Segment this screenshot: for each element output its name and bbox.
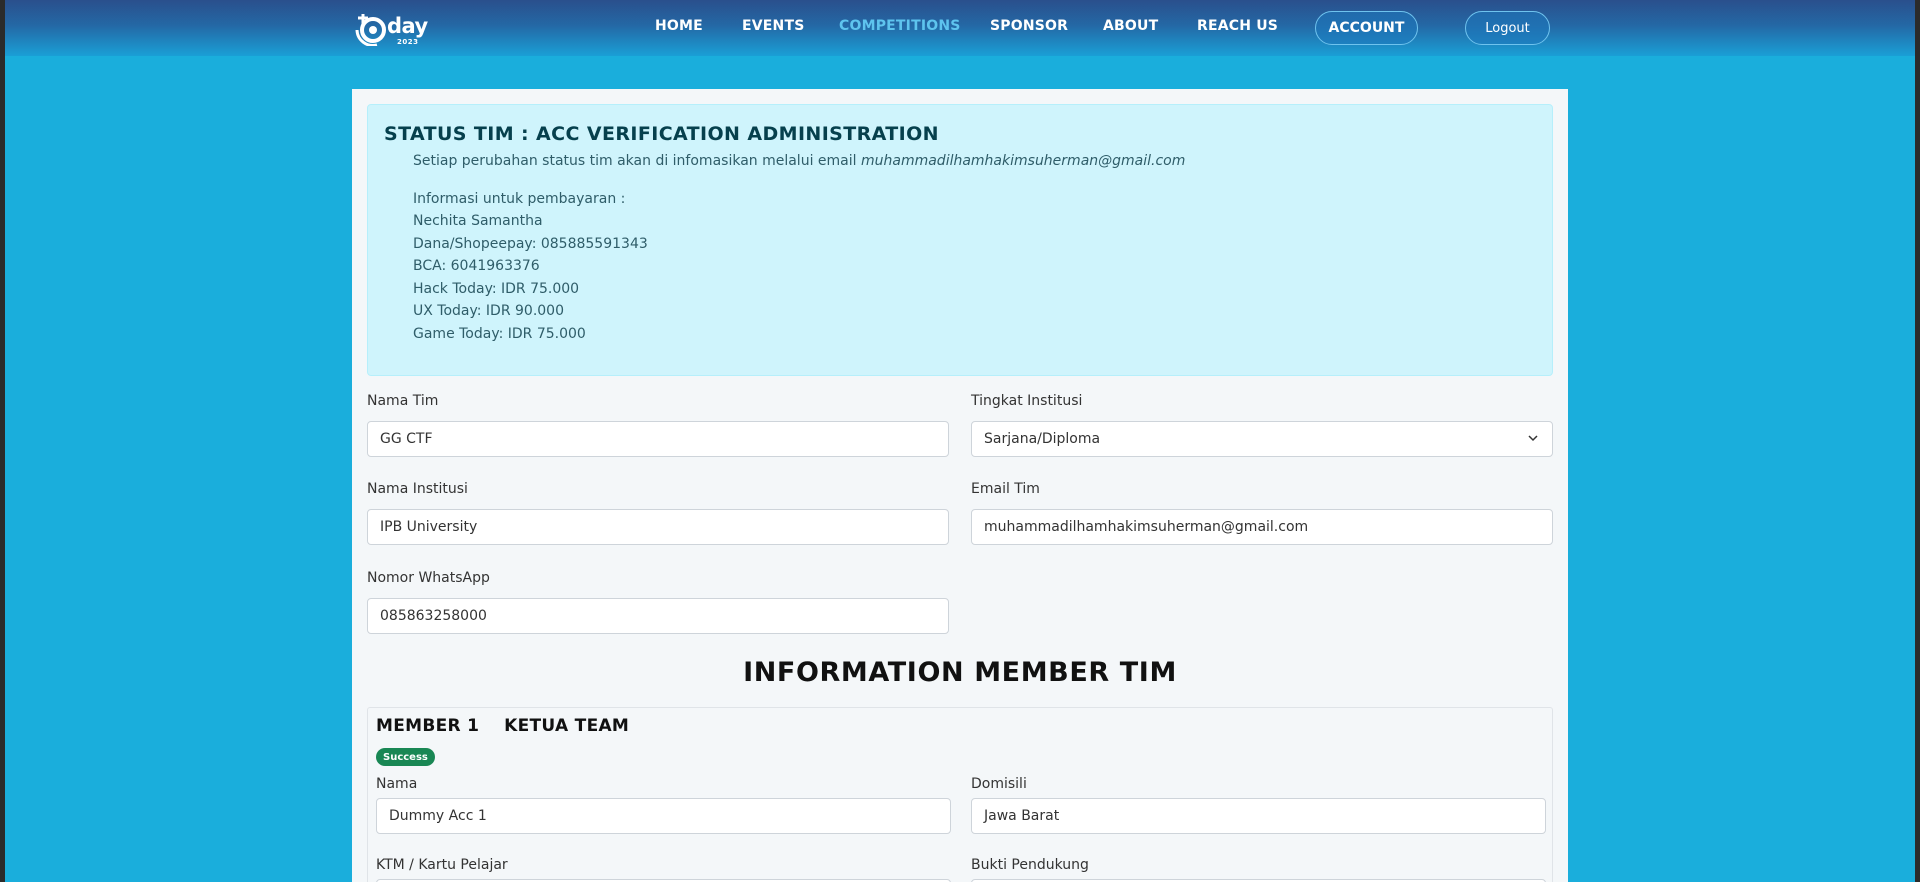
payment-info-hack: Hack Today: IDR 75.000 [413,281,580,297]
nav-events[interactable]: EVENTS [742,18,805,34]
status-notice: Setiap perubahan status tim akan di info… [413,153,1185,169]
nav-sponsor[interactable]: SPONSOR [990,18,1068,34]
email-tim-label: Email Tim [971,481,1040,497]
payment-info-dana: Dana/Shopeepay: 085885591343 [413,236,648,252]
nav-competitions[interactable]: COMPETITIONS [839,18,961,34]
member-domisili-label: Domisili [971,776,1027,792]
member-bukti-label: Bukti Pendukung [971,857,1089,873]
window-frame-left [0,0,5,882]
payment-info-game: Game Today: IDR 75.000 [413,326,586,342]
member-1-title: MEMBER 1 KETUA TEAM [376,716,630,736]
payment-info-bca: BCA: 6041963376 [413,258,540,274]
nama-tim-input[interactable]: GG CTF [367,421,949,457]
account-button[interactable]: ACCOUNT [1315,11,1418,45]
chevron-down-icon [1528,435,1538,442]
site-logo[interactable]: day 2023 [353,8,433,48]
tingkat-institusi-value: Sarjana/Diploma [984,431,1101,447]
whatsapp-label: Nomor WhatsApp [367,570,490,586]
whatsapp-input[interactable]: 085863258000 [367,598,949,634]
nav-reach-us[interactable]: REACH US [1197,18,1278,34]
member-nama-input[interactable]: Dummy Acc 1 [376,798,951,834]
status-badge: Success [376,748,435,766]
nav-about[interactable]: ABOUT [1103,18,1158,34]
payment-info-name: Nechita Samantha [413,213,543,229]
payment-info-heading: Informasi untuk pembayaran : [413,191,626,207]
nama-institusi-label: Nama Institusi [367,481,468,497]
status-title: STATUS TIM : ACC VERIFICATION ADMINISTRA… [384,123,939,145]
member-ktm-label: KTM / Kartu Pelajar [376,857,508,873]
status-notice-text: Setiap perubahan status tim akan di info… [413,153,857,169]
nama-institusi-input[interactable]: IPB University [367,509,949,545]
email-tim-input[interactable]: muhammadilhamhakimsuherman@gmail.com [971,509,1553,545]
logo-emblem-icon [355,14,386,46]
member-domisili-input[interactable]: Jawa Barat [971,798,1546,834]
window-frame-right [1915,0,1920,882]
tingkat-institusi-select[interactable]: Sarjana/Diploma [971,421,1553,457]
nama-tim-label: Nama Tim [367,393,439,409]
top-navbar: day 2023 HOME EVENTS COMPETITIONS SPONSO… [5,0,1915,56]
logout-button[interactable]: Logout [1465,11,1550,45]
payment-info-ux: UX Today: IDR 90.000 [413,303,564,319]
member-nama-label: Nama [376,776,418,792]
status-notice-email: muhammadilhamhakimsuherman@gmail.com [860,153,1186,169]
tingkat-institusi-label: Tingkat Institusi [971,393,1083,409]
status-alert: STATUS TIM : ACC VERIFICATION ADMINISTRA… [367,104,1553,376]
logo-year: 2023 [397,38,419,46]
member-card-1: MEMBER 1 KETUA TEAM Success Nama Dummy A… [367,707,1553,882]
member-section-title: INFORMATION MEMBER TIM [743,657,1177,688]
logo-text: day [387,14,428,38]
team-dashboard-container: STATUS TIM : ACC VERIFICATION ADMINISTRA… [352,89,1568,882]
nav-home[interactable]: HOME [655,18,703,34]
